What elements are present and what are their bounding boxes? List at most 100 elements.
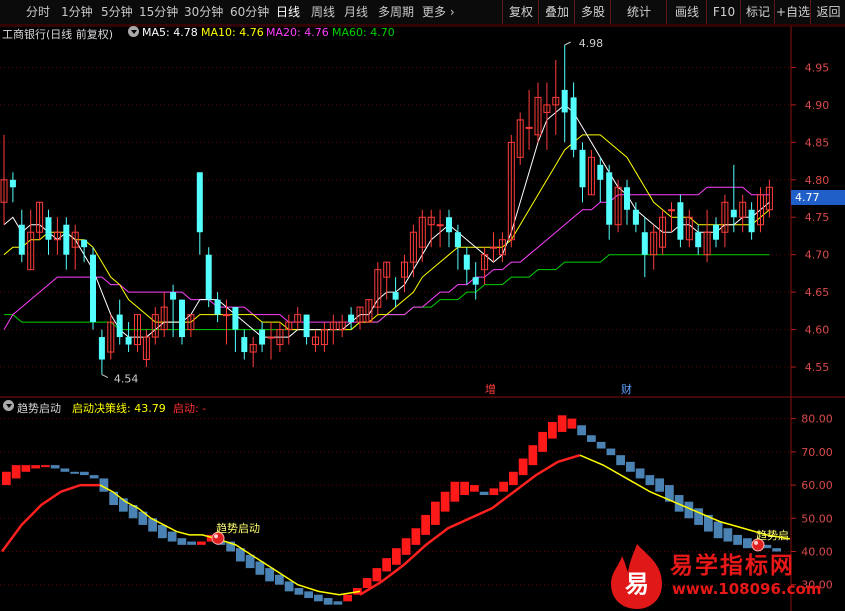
indicator-bar [489, 488, 499, 496]
ma20-value: MA20: 4.76 [266, 26, 329, 39]
candle-body [303, 314, 310, 338]
indicator-bar [518, 458, 528, 476]
indicator-bar [11, 465, 21, 479]
candle-body [454, 232, 461, 248]
indicator-bar [41, 465, 50, 468]
candle-body [641, 232, 648, 255]
candle-body [490, 246, 497, 249]
event-mark-cai: 财 [621, 382, 632, 396]
candle-body [695, 232, 702, 248]
indicator-bar [499, 481, 508, 492]
indicator-bar [294, 588, 304, 595]
candle-body [125, 337, 132, 345]
signal-label: 趋势启 [756, 529, 789, 542]
indicator-bar [392, 548, 401, 565]
indicator-bar [109, 491, 118, 505]
indicator-bar [587, 435, 596, 442]
indicator-bar [177, 538, 187, 545]
indicator-bar [89, 475, 99, 479]
indicator-bar [479, 491, 489, 496]
candle-body [179, 299, 185, 338]
event-mark-zeng: 增 [485, 382, 496, 396]
logo-glyph: 易 [625, 570, 649, 598]
signal-point[interactable]: 趋势启动 [211, 522, 260, 545]
candle-body [170, 292, 177, 300]
candle-body [9, 179, 16, 188]
indicator-bar [343, 594, 352, 602]
candle-body [748, 209, 755, 233]
indicator-bar [323, 598, 333, 605]
indicator-bar [635, 468, 645, 479]
indicator-axis-label: 80.00 [801, 413, 833, 426]
candle-body [713, 224, 719, 240]
ma5-value: MA5: 4.78 [142, 26, 198, 39]
decision-line-red [359, 453, 581, 596]
indicator-bar [314, 594, 323, 602]
low-price-label: 4.54 [114, 373, 138, 386]
candle-body [463, 254, 470, 270]
indicator-bar [655, 478, 664, 492]
decision-line-yellow [579, 454, 791, 540]
candle-body [730, 209, 737, 218]
logo-url: www.108096.com [672, 580, 822, 598]
indicator-bar [626, 461, 635, 472]
candle-body [196, 172, 203, 233]
candle-body [116, 314, 123, 338]
candle-body [570, 97, 577, 150]
indicator-bar [528, 445, 538, 466]
candle-body [436, 224, 444, 227]
indicator-bar [411, 528, 421, 545]
candle-body [677, 202, 684, 240]
candle-body [348, 314, 355, 323]
indicator-name[interactable]: 趋势启动 [17, 400, 61, 416]
dropdown-circle-icon[interactable] [128, 26, 139, 37]
logo-title: 易学指标网 [670, 553, 795, 579]
price-axis-label: 4.65 [805, 286, 830, 299]
kline-chart[interactable]: 趋势启动趋势启 4.95 4.90 4.85 4.80 4.75 4.70 4.65 4.60… [0, 0, 845, 611]
indicator-bar [304, 591, 313, 598]
indicator-bar [372, 568, 382, 582]
candle-body [214, 299, 221, 315]
indicator-bar [158, 524, 167, 539]
candle-body [606, 172, 613, 225]
indicator-menu-icon[interactable] [3, 400, 14, 411]
indicator-axis-label: 70.00 [801, 446, 833, 459]
indicator-bar [80, 471, 89, 476]
price-axis-label: 4.80 [805, 174, 830, 187]
indicator-bar [509, 471, 518, 486]
indicator-bar [470, 485, 479, 492]
candle-body [624, 187, 630, 210]
candle-body [561, 89, 568, 113]
indicator-axis-label: 60.00 [801, 479, 833, 492]
indicator-bar [60, 468, 70, 472]
ma10-value: MA10: 4.76 [201, 26, 264, 39]
indicator-bar [21, 465, 31, 472]
candle-body [205, 254, 212, 300]
candle-body [632, 209, 639, 225]
signal-label: 趋势启动 [216, 522, 260, 535]
indicator-bar [431, 501, 440, 525]
indicator-bar [275, 574, 284, 585]
indicator-bar [577, 425, 586, 436]
candle-body [223, 314, 230, 317]
indicator-bar [31, 465, 40, 469]
indicator-bar [255, 561, 265, 575]
indicator-bar [187, 541, 196, 545]
candle-body [81, 239, 88, 248]
price-axis-label: 4.95 [805, 61, 830, 74]
candle-body [525, 126, 533, 129]
price-axis-label: 4.60 [805, 324, 830, 337]
indicator-bar [362, 578, 372, 589]
candle-body [232, 307, 239, 330]
indicator-bar [50, 465, 60, 469]
watermark-logo: 易 易学指标网 www.108096.com [600, 542, 845, 611]
stock-name[interactable]: 工商银行(日线 前复权) [2, 26, 113, 42]
start-value: 启动: - [173, 402, 207, 415]
indicator-bar [548, 421, 557, 439]
indicator-bar [2, 471, 11, 486]
indicator-bar [713, 521, 723, 539]
candle-body [597, 164, 604, 180]
candle-body [267, 336, 275, 339]
low-marker [101, 374, 109, 378]
indicator-bar [382, 558, 391, 572]
